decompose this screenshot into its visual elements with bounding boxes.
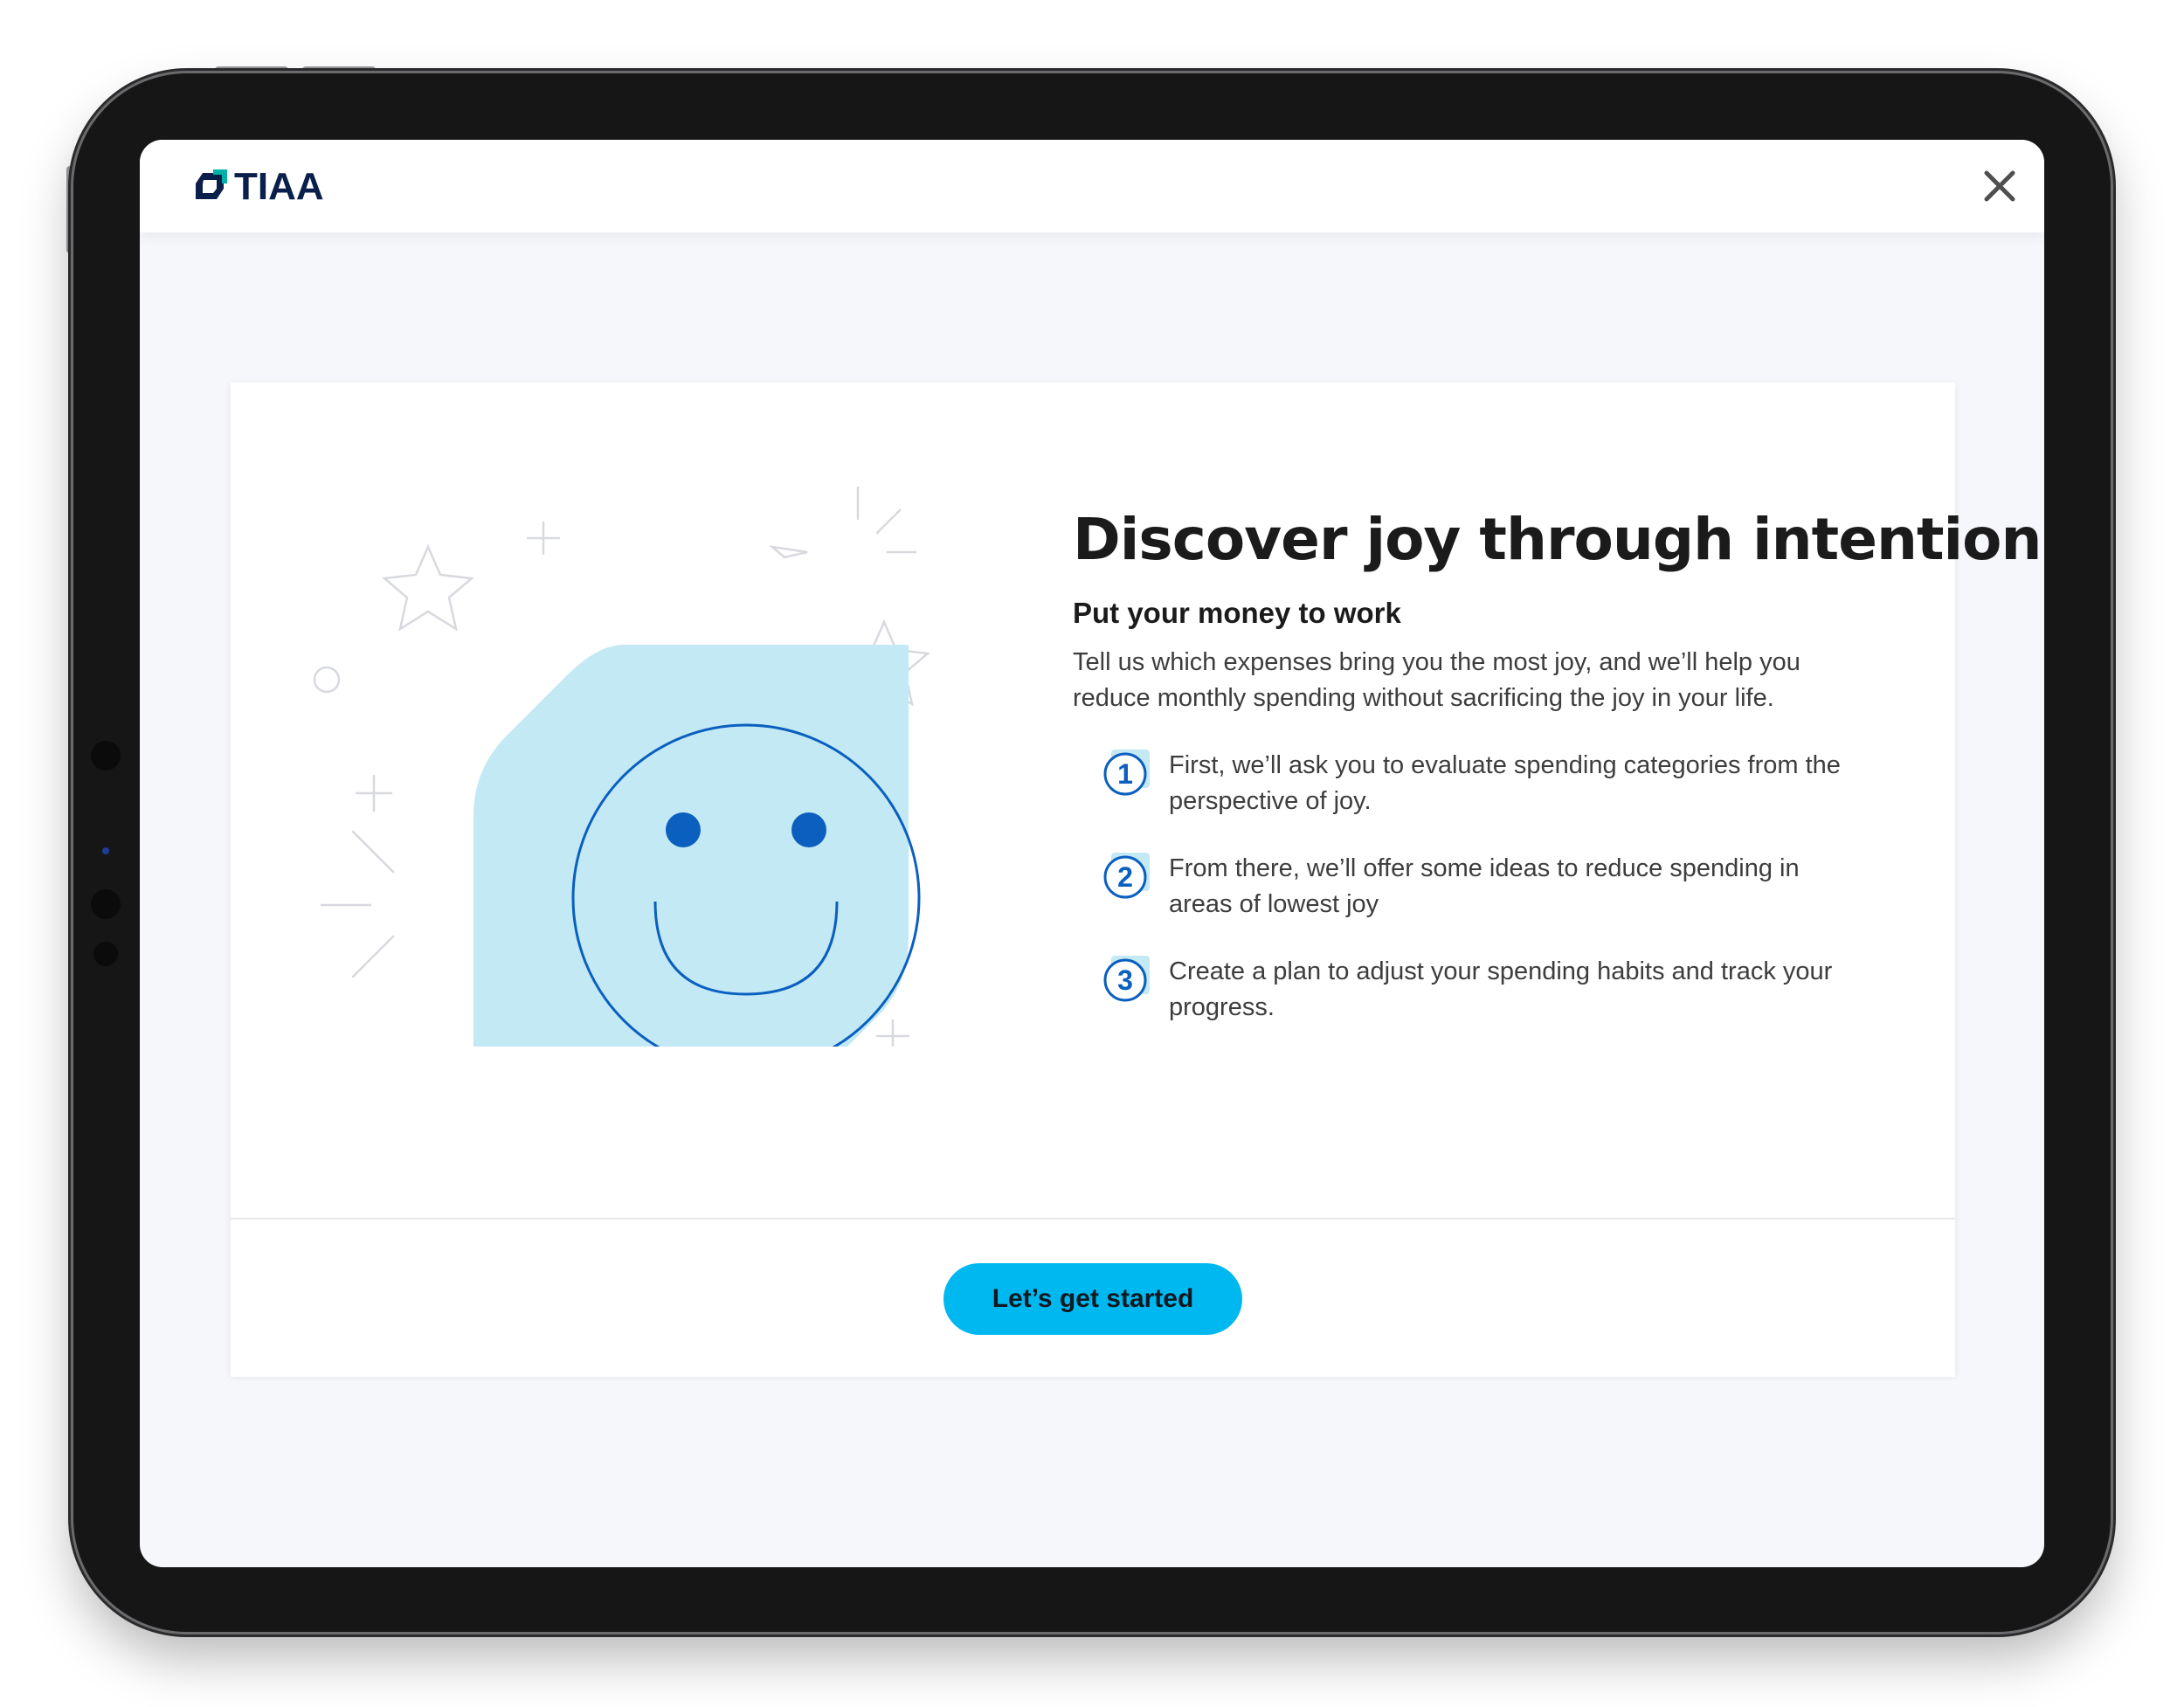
camera-lens (102, 847, 109, 854)
camera-sensor-3 (93, 942, 118, 966)
step-number-1-icon: 1 (1103, 750, 1150, 796)
get-started-button[interactable]: Let’s get started (943, 1263, 1242, 1335)
smiley-eye-left (666, 812, 701, 847)
step-text: Create a plan to adjust your spending ha… (1169, 957, 1833, 1021)
tiaa-logo-mark-icon (196, 169, 227, 199)
app-screen: TIAA Discover joy through intention Put … (140, 140, 2044, 1567)
onboarding-card: Discover joy through intention Put your … (231, 383, 2042, 1377)
smiley-eye-right (791, 812, 826, 847)
step-item: 2 From there, we’ll offer some ideas to … (1102, 851, 1911, 923)
card-footer: Let’s get started (231, 1218, 1955, 1377)
camera-sensor (91, 741, 121, 771)
intro-text: Tell us which expenses bring you the mos… (1073, 648, 1800, 712)
page-subtitle: Put your money to work (1073, 597, 1401, 629)
step-item: 3 Create a plan to adjust your spending … (1102, 954, 1911, 1026)
smiley-face-illustration (313, 486, 930, 1047)
close-button[interactable] (1980, 166, 2020, 206)
svg-text:3: 3 (1117, 964, 1133, 996)
logo-text: TIAA (234, 165, 324, 208)
app-header: TIAA (140, 140, 2044, 232)
device-mockup: TIAA Discover joy through intention Put … (0, 0, 2184, 1707)
blob-shape (473, 645, 909, 1047)
step-number-2-icon: 2 (1103, 853, 1150, 899)
step-text: First, we’ll ask you to evaluate spendin… (1169, 751, 1841, 815)
close-icon (1984, 170, 2015, 202)
step-item: 1 First, we’ll ask you to evaluate spend… (1102, 748, 1911, 819)
intro-content: Discover joy through intention Put your … (1073, 505, 2042, 1057)
svg-text:1: 1 (1117, 758, 1133, 790)
tiaa-logo[interactable]: TIAA (192, 165, 324, 208)
svg-text:2: 2 (1117, 861, 1133, 893)
step-number-3-icon: 3 (1103, 956, 1150, 1002)
steps-list: 1 First, we’ll ask you to evaluate spend… (1102, 748, 1911, 1026)
camera-sensor-2 (91, 889, 121, 919)
step-text: From there, we’ll offer some ideas to re… (1169, 854, 1800, 918)
page-title: Discover joy through intention (1073, 506, 2042, 573)
